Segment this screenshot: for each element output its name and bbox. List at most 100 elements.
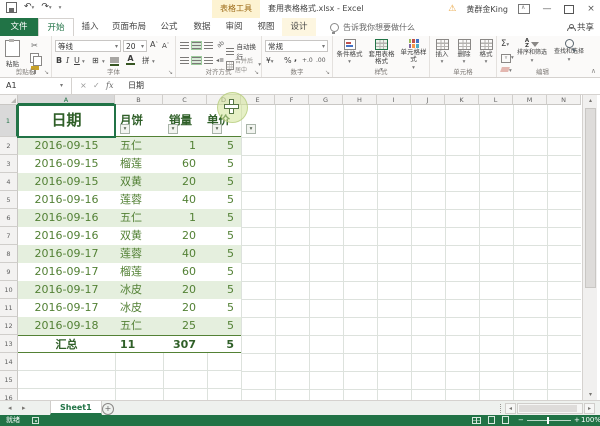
cell[interactable]: 2016-09-18: [18, 317, 115, 335]
cell[interactable]: 2016-09-15: [18, 155, 115, 173]
row-header[interactable]: 1: [0, 105, 18, 137]
cell[interactable]: 5: [207, 227, 241, 245]
column-header-l[interactable]: L: [479, 95, 513, 105]
page-break-view-icon[interactable]: [502, 416, 509, 424]
ribbon-collapse-icon[interactable]: ∧: [591, 67, 596, 75]
column-header-b[interactable]: B: [115, 95, 163, 105]
tab-design[interactable]: 设计: [282, 18, 316, 36]
column-header-g[interactable]: G: [309, 95, 343, 105]
cell[interactable]: 2016-09-17: [18, 245, 115, 263]
cell[interactable]: 5: [207, 263, 241, 281]
filter-dropdown-icon[interactable]: ▾: [168, 124, 178, 134]
cell[interactable]: 5: [207, 317, 241, 335]
cell[interactable]: 20: [163, 299, 207, 317]
ribbon-display-options-icon[interactable]: [518, 4, 530, 14]
cell[interactable]: 五仁: [115, 137, 163, 155]
cell[interactable]: 5: [207, 245, 241, 263]
cell[interactable]: 2016-09-16: [18, 191, 115, 209]
row-header[interactable]: 15: [0, 371, 18, 389]
tab-review[interactable]: 审阅: [218, 18, 250, 36]
qat-customize-icon[interactable]: ▾: [59, 5, 62, 11]
copy-icon[interactable]: [30, 53, 39, 63]
scroll-left-icon[interactable]: ◂: [505, 403, 516, 414]
conditional-formatting-button[interactable]: 条件格式 ▾: [334, 39, 365, 66]
align-left-icon[interactable]: [180, 57, 189, 64]
column-header-f[interactable]: F: [275, 95, 309, 105]
cell[interactable]: 25: [163, 317, 207, 335]
font-dialog-launcher-icon[interactable]: ↘: [168, 69, 173, 76]
cell[interactable]: 莲蓉: [115, 191, 163, 209]
tab-insert[interactable]: 插入: [74, 18, 106, 36]
zoom-slider-handle[interactable]: [547, 417, 549, 424]
enter-icon[interactable]: ✓: [93, 78, 100, 94]
cell[interactable]: 1: [163, 137, 207, 155]
filter-dropdown-icon[interactable]: ▾: [212, 124, 222, 134]
scroll-right-icon[interactable]: ▸: [584, 403, 595, 414]
autosum-icon[interactable]: Σ▾: [501, 39, 509, 50]
increase-decimal-icon[interactable]: +.0: [302, 57, 313, 64]
cell[interactable]: 5: [207, 191, 241, 209]
cell[interactable]: 莲蓉: [115, 245, 163, 263]
align-bottom-icon[interactable]: [204, 42, 213, 49]
save-icon[interactable]: [6, 2, 17, 13]
cell[interactable]: 20: [163, 227, 207, 245]
align-middle-icon[interactable]: [192, 42, 201, 49]
bold-button[interactable]: B: [56, 56, 62, 66]
vertical-scrollbar[interactable]: ▴ ▾: [582, 95, 597, 400]
row-header[interactable]: 10: [0, 281, 18, 299]
alignment-dialog-launcher-icon[interactable]: ↘: [254, 69, 259, 76]
tab-formulas[interactable]: 公式: [152, 18, 186, 36]
percent-style-icon[interactable]: %: [284, 56, 292, 66]
fill-color-icon[interactable]: [110, 57, 119, 66]
cell[interactable]: 2016-09-17: [18, 263, 115, 281]
cell[interactable]: 冰皮: [115, 299, 163, 317]
sheet-nav-left-icon[interactable]: ◂: [8, 401, 12, 415]
font-name-combo[interactable]: 等线▾: [55, 40, 121, 52]
decrease-indent-icon[interactable]: ◂≣: [216, 57, 224, 64]
grow-font-icon[interactable]: Aˆ: [150, 40, 158, 50]
font-color-icon[interactable]: A: [126, 55, 135, 65]
page-layout-view-icon[interactable]: [488, 416, 495, 424]
tab-scroll-splitter[interactable]: [500, 404, 504, 413]
cell[interactable]: 2016-09-17: [18, 281, 115, 299]
cell[interactable]: 榴莲: [115, 263, 163, 281]
format-cells-button[interactable]: 格式 ▾: [476, 39, 496, 66]
cell[interactable]: 双黄: [115, 227, 163, 245]
minimize-icon[interactable]: —: [540, 4, 554, 14]
fx-icon[interactable]: fx: [106, 78, 113, 94]
undo-icon[interactable]: ↶▾: [24, 3, 34, 13]
underline-dropdown-icon[interactable]: ▾: [82, 59, 85, 65]
phonetic-icon[interactable]: 拼: [142, 56, 150, 66]
column-header-c[interactable]: C: [163, 95, 207, 105]
filter-dropdown-icon[interactable]: ▾: [120, 124, 130, 134]
formula-bar-value[interactable]: 日期: [128, 78, 144, 94]
row-header[interactable]: 5: [0, 191, 18, 209]
cell[interactable]: 榴莲: [115, 155, 163, 173]
tab-view[interactable]: 视图: [250, 18, 282, 36]
column-header-i[interactable]: I: [377, 95, 411, 105]
cell[interactable]: 2016-09-15: [18, 173, 115, 191]
select-all-corner[interactable]: [0, 95, 18, 105]
row-header[interactable]: 11: [0, 299, 18, 317]
zoom-in-icon[interactable]: +: [574, 415, 580, 426]
find-select-button[interactable]: 查找和选择 ▾: [551, 39, 587, 63]
column-header-j[interactable]: J: [411, 95, 445, 105]
scroll-up-icon[interactable]: ▴: [583, 95, 598, 106]
cell[interactable]: 5: [207, 137, 241, 155]
row-header[interactable]: 8: [0, 245, 18, 263]
clipboard-dialog-launcher-icon[interactable]: ↘: [44, 69, 49, 76]
cell[interactable]: 5: [207, 299, 241, 317]
cell[interactable]: 40: [163, 245, 207, 263]
sheet-nav-right-icon[interactable]: ▸: [22, 401, 26, 415]
shrink-font-icon[interactable]: Aˇ: [162, 41, 169, 51]
row-header[interactable]: 4: [0, 173, 18, 191]
row-header[interactable]: 6: [0, 209, 18, 227]
align-top-icon[interactable]: [180, 42, 189, 49]
row-header[interactable]: 14: [0, 353, 18, 371]
add-sheet-icon[interactable]: +: [102, 403, 114, 415]
row-header[interactable]: 13: [0, 335, 18, 353]
cell[interactable]: 5: [207, 336, 241, 352]
row-header[interactable]: 7: [0, 227, 18, 245]
underline-button[interactable]: U: [74, 56, 80, 66]
row-header[interactable]: 3: [0, 155, 18, 173]
